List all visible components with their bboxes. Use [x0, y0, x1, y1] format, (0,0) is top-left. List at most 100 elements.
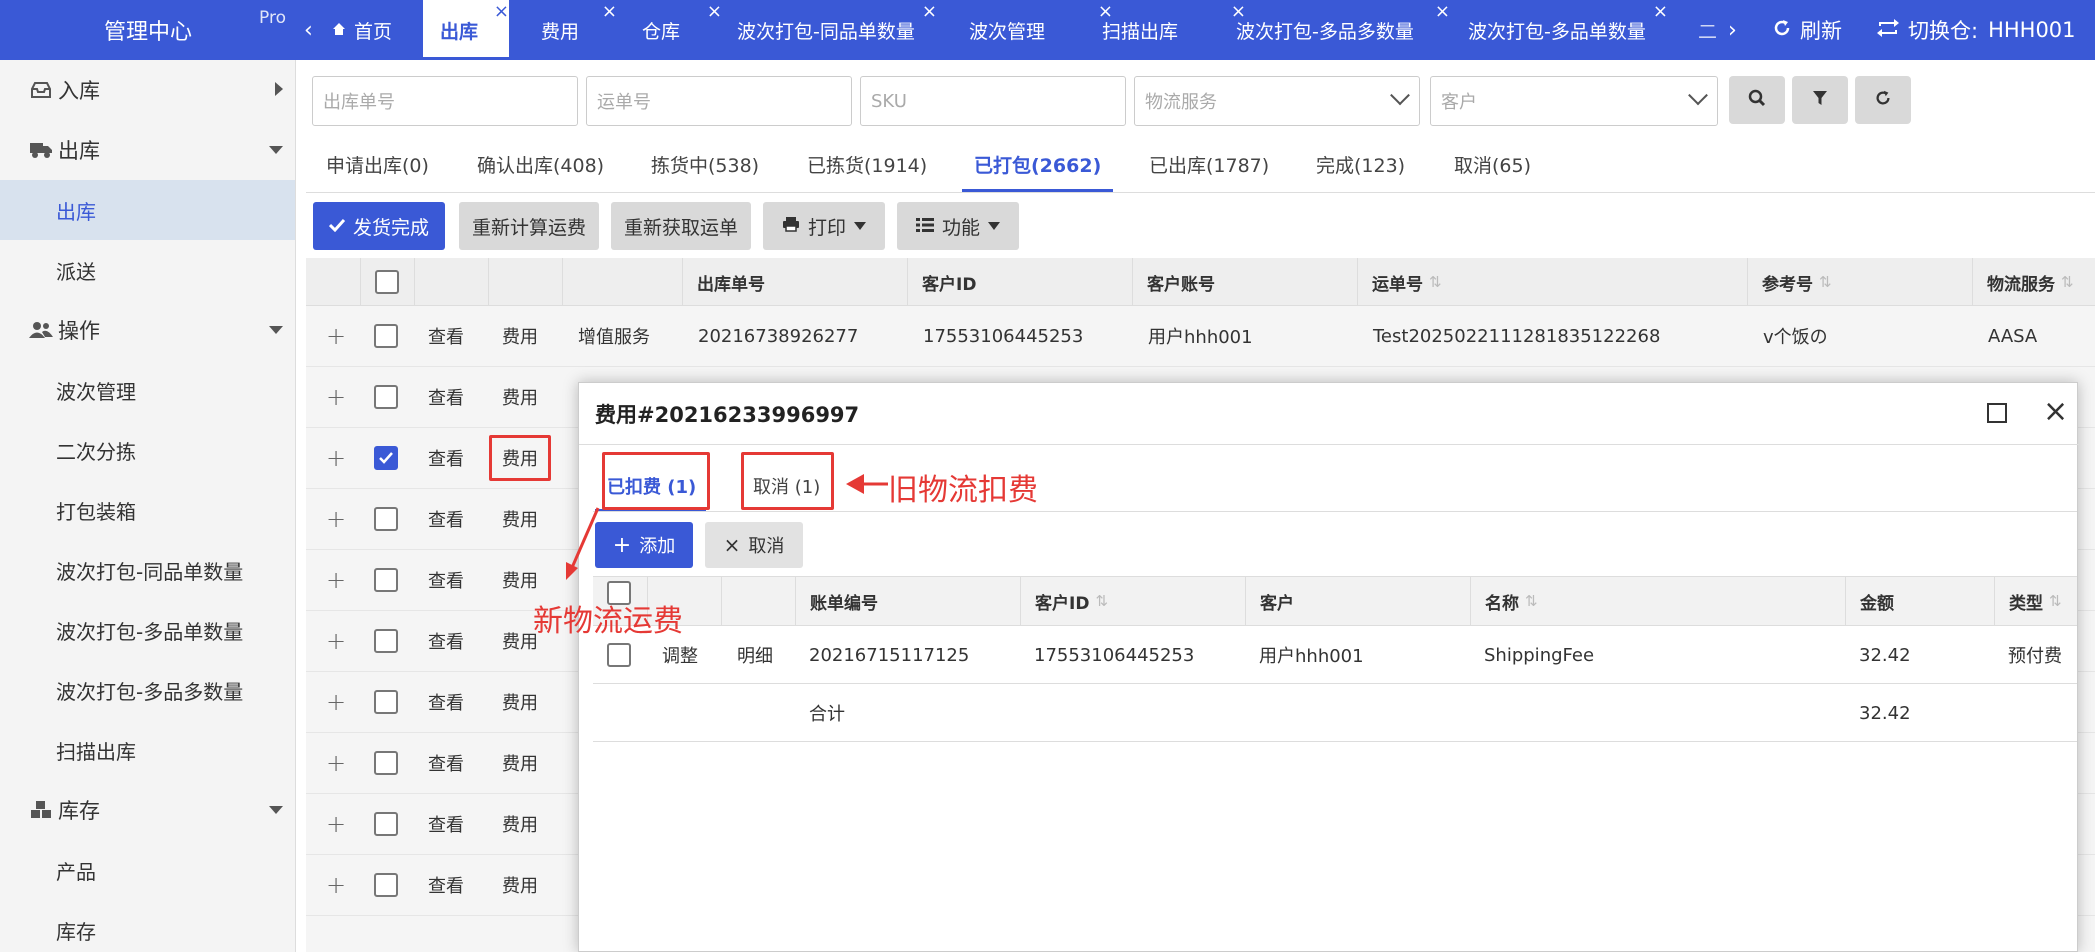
status-tab-shipped[interactable]: 已出库(1787) [1149, 136, 1269, 192]
row-checkbox[interactable] [374, 751, 398, 775]
switch-warehouse-button[interactable]: 切换仓: HHH001 [1876, 0, 2076, 60]
add-button[interactable]: + 添加 [595, 522, 693, 568]
expand-icon[interactable]: + [326, 367, 346, 427]
view-link[interactable]: 查看 [428, 855, 464, 915]
view-link[interactable]: 查看 [428, 611, 464, 671]
row-checkbox[interactable] [374, 873, 398, 897]
filter-button[interactable] [1792, 76, 1848, 124]
col-reference-no[interactable]: 参考号 ⇅ [1747, 258, 1972, 306]
row-checkbox[interactable] [374, 507, 398, 531]
status-tab-completed[interactable]: 完成(123) [1316, 136, 1405, 192]
fee-link[interactable]: 费用 [502, 489, 538, 549]
close-icon[interactable]: × [707, 3, 722, 21]
col-customer-id[interactable]: 客户ID ⇅ [1020, 577, 1245, 625]
expand-icon[interactable]: + [326, 428, 346, 488]
tab-fee[interactable]: 费用 × [541, 0, 617, 60]
col-customer-account[interactable]: 客户账号 [1132, 258, 1357, 306]
tab-warehouse[interactable]: 仓库 × [642, 0, 722, 60]
view-link[interactable]: 查看 [428, 733, 464, 793]
col-waybill-no[interactable]: 运单号 ⇅ [1357, 258, 1747, 306]
close-icon[interactable]: × [1435, 3, 1450, 21]
expand-icon[interactable]: + [326, 672, 346, 732]
view-link[interactable]: 查看 [428, 550, 464, 610]
tab-wave-management[interactable]: 波次管理 × [969, 0, 1113, 60]
row-checkbox[interactable] [374, 690, 398, 714]
sku-input[interactable]: SKU [860, 76, 1126, 126]
tab-secondary-sorting[interactable]: 二 [1698, 0, 1728, 60]
view-link[interactable]: 查看 [428, 306, 464, 366]
sort-icon[interactable]: ⇅ [2049, 592, 2062, 610]
tab-wave-pack-multi-single[interactable]: 波次打包-多品单数量 × [1468, 0, 1668, 60]
view-link[interactable]: 查看 [428, 489, 464, 549]
col-name[interactable]: 名称 ⇅ [1470, 577, 1845, 625]
outbound-no-input[interactable]: 出库单号 [312, 76, 578, 126]
expand-icon[interactable]: + [326, 489, 346, 549]
sidebar-item-secondary-sorting[interactable]: 二次分拣 [0, 420, 295, 480]
view-link[interactable]: 查看 [428, 672, 464, 732]
sidebar-group-operation[interactable]: 操作 [0, 300, 295, 360]
waybill-no-input[interactable]: 运单号 [586, 76, 852, 126]
recalc-fee-button[interactable]: 重新计算运费 [459, 202, 599, 250]
tab-scroll-right-icon[interactable]: › [1728, 0, 1748, 60]
refresh-button[interactable]: 刷新 [1772, 0, 1842, 60]
col-amount[interactable]: 金额 [1845, 577, 1994, 625]
row-checkbox[interactable] [374, 568, 398, 592]
fee-link[interactable]: 费用 [502, 794, 538, 854]
logistics-select[interactable]: 物流服务 [1134, 76, 1420, 126]
close-icon[interactable]: × [602, 3, 617, 21]
sidebar-group-inbound[interactable]: 入库 [0, 60, 295, 120]
fee-link[interactable]: 费用 [502, 855, 538, 915]
status-tab-cancelled[interactable]: 取消(65) [1454, 136, 1531, 192]
sidebar-item-wave-pack-multi-single[interactable]: 波次打包-多品单数量 [0, 600, 295, 660]
sidebar-item-scan-outbound[interactable]: 扫描出库 [0, 720, 295, 780]
fee-link[interactable]: 费用 [502, 306, 538, 366]
col-customer-id[interactable]: 客户ID [907, 258, 1132, 306]
view-link[interactable]: 查看 [428, 428, 464, 488]
sort-icon[interactable]: ⇅ [1429, 273, 1442, 291]
status-tab-applied[interactable]: 申请出库(0) [326, 136, 429, 192]
col-type[interactable]: 类型 ⇅ [1994, 577, 2077, 625]
print-button[interactable]: 打印 [763, 202, 885, 250]
row-checkbox[interactable] [374, 324, 398, 348]
expand-icon[interactable]: + [326, 794, 346, 854]
reset-button[interactable] [1855, 76, 1911, 124]
sidebar-item-inventory[interactable]: 库存 [0, 900, 295, 952]
sidebar-group-outbound[interactable]: 出库 [0, 120, 295, 180]
sidebar-item-packing[interactable]: 打包装箱 [0, 480, 295, 540]
sidebar-item-delivery[interactable]: 派送 [0, 240, 295, 300]
close-icon[interactable]: × [2043, 397, 2068, 427]
row-checkbox[interactable] [374, 629, 398, 653]
tab-outbound[interactable]: 出库 × [423, 0, 509, 60]
close-icon[interactable]: × [1653, 3, 1668, 21]
sidebar-item-outbound[interactable]: 出库 [0, 180, 295, 240]
tab-wave-pack-same-single[interactable]: 波次打包-同品单数量 × [737, 0, 937, 60]
col-outbound-no[interactable]: 出库单号 [682, 258, 907, 306]
value-added-service-link[interactable]: 增值服务 [578, 306, 650, 366]
fee-link[interactable]: 费用 [502, 672, 538, 732]
row-checkbox[interactable] [374, 385, 398, 409]
view-link[interactable]: 查看 [428, 794, 464, 854]
search-button[interactable] [1729, 76, 1785, 124]
sidebar-group-inventory[interactable]: 库存 [0, 780, 295, 840]
ship-done-button[interactable]: 发货完成 [313, 202, 445, 250]
sidebar-item-product[interactable]: 产品 [0, 840, 295, 900]
status-tab-picked[interactable]: 已拣货(1914) [807, 136, 927, 192]
tab-home[interactable]: 首页 [332, 0, 412, 60]
maximize-icon[interactable] [1987, 403, 2007, 423]
expand-icon[interactable]: + [326, 733, 346, 793]
expand-icon[interactable]: + [326, 855, 346, 915]
sidebar-item-wave-pack-same-single[interactable]: 波次打包-同品单数量 [0, 540, 295, 600]
reget-waybill-button[interactable]: 重新获取运单 [611, 202, 751, 250]
select-all-checkbox[interactable] [375, 270, 399, 294]
row-checkbox[interactable] [374, 812, 398, 836]
tab-scan-outbound[interactable]: 扫描出库 × [1102, 0, 1246, 60]
row-checkbox[interactable] [374, 446, 398, 470]
close-icon[interactable]: × [494, 3, 509, 21]
sort-icon[interactable]: ⇅ [1525, 592, 1538, 610]
expand-icon[interactable]: + [326, 306, 346, 366]
fee-link[interactable]: 费用 [502, 733, 538, 793]
col-logistics[interactable]: 物流服务 ⇅ [1972, 258, 2095, 306]
sort-icon[interactable]: ⇅ [2061, 273, 2074, 291]
fee-link[interactable]: 费用 [502, 367, 538, 427]
col-bill-no[interactable]: 账单编号 [795, 577, 1020, 625]
